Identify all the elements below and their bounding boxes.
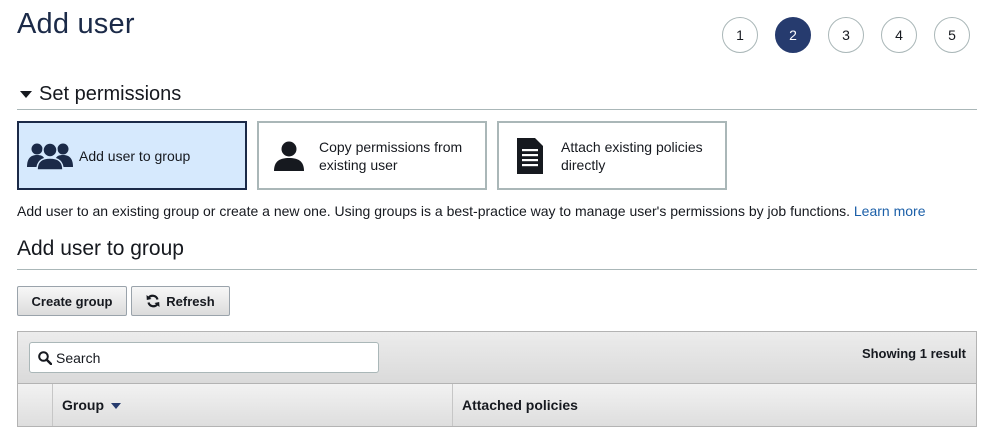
user-group-icon [19,141,79,171]
permissions-description: Add user to an existing group or create … [17,203,925,219]
set-permissions-header[interactable]: Set permissions [17,82,977,110]
column-header-attached-policies[interactable]: Attached policies [453,384,976,426]
create-group-button[interactable]: Create group [17,286,127,316]
table-toolbar: Showing 1 result [18,332,976,384]
description-text: Add user to an existing group or create … [17,203,850,219]
groups-table: Showing 1 result Group Attached policies [17,331,977,427]
step-4[interactable]: 4 [881,17,917,53]
search-icon [30,350,54,365]
column-label-attached-policies: Attached policies [462,397,578,413]
caret-down-icon[interactable] [20,91,32,98]
step-3[interactable]: 3 [828,17,864,53]
subsection-title: Add user to group [17,237,184,260]
option-label: Add user to group [79,147,191,164]
learn-more-link[interactable]: Learn more [854,203,926,219]
option-attach-policies[interactable]: Attach existing policies directly [497,121,727,190]
wizard-steps: 1 2 3 4 5 [722,17,970,53]
search-field[interactable] [29,342,379,373]
option-copy-permissions[interactable]: Copy permissions from existing user [257,121,487,190]
step-1[interactable]: 1 [722,17,758,53]
column-label-group: Group [62,397,104,413]
add-user-to-group-header: Add user to group [17,237,977,270]
column-header-group[interactable]: Group [53,384,453,426]
section-title: Set permissions [39,83,182,105]
refresh-button[interactable]: Refresh [131,286,230,316]
search-input[interactable] [54,349,378,366]
refresh-label: Refresh [166,293,215,309]
table-header-row: Group Attached policies [18,384,976,426]
refresh-icon [146,294,160,308]
document-icon [499,137,561,174]
sort-descending-icon[interactable] [111,403,121,409]
select-column-header [18,384,53,426]
result-count-text: Showing 1 result [862,346,966,361]
option-add-user-to-group[interactable]: Add user to group [17,121,247,190]
user-icon [259,141,319,171]
result-count: 1 [919,346,927,361]
step-2[interactable]: 2 [775,17,811,53]
option-label: Copy permissions from existing user [319,138,463,173]
page-title: Add user [17,8,135,40]
showing-prefix: Showing [861,346,917,361]
result-suffix: result [930,346,966,361]
step-5[interactable]: 5 [934,17,970,53]
option-label: Attach existing policies directly [561,138,703,173]
create-group-label: Create group [31,293,113,309]
